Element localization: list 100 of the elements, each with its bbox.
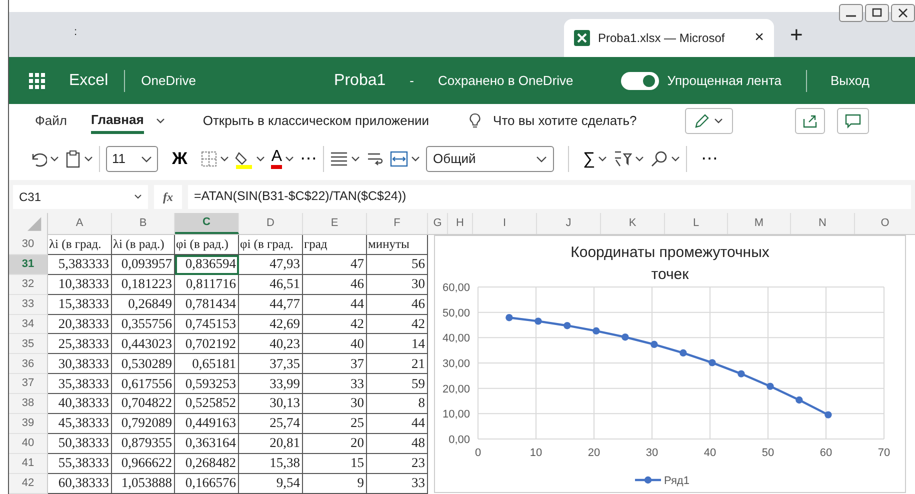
row-header[interactable]: 39 [9,414,48,434]
pencil-icon [694,113,710,129]
column-header[interactable]: H [448,213,473,234]
table-cell: 0,745153 [175,314,239,334]
number-format-select[interactable]: Общий [426,146,554,172]
column-header[interactable]: N [791,213,855,234]
table-cell: 10,38333 [48,274,112,295]
more-button[interactable]: ⋯ [300,146,318,172]
table-cell: 40 [303,334,367,354]
column-header[interactable]: C [175,213,239,234]
caret-icon [714,118,724,124]
ribbon-collapse-icon[interactable] [156,118,165,124]
table-cell: 59 [367,374,428,394]
column-header[interactable]: L [665,213,728,234]
table-cell: 0,879355 [112,434,175,454]
sort-filter-icon [613,150,632,168]
legend-label: Ряд1 [664,475,690,487]
row-header[interactable]: 42 [9,474,48,494]
comments-button[interactable] [836,108,869,134]
table-cell: 9,54 [239,474,303,494]
borders-button[interactable] [201,151,230,167]
tell-me-field[interactable]: Что вы хотите сделать? [493,111,637,131]
row-header[interactable]: 31 [9,254,48,275]
ribbon-tab[interactable]: Главная [90,108,144,134]
row-header[interactable]: 35 [9,334,48,354]
onedrive-link[interactable]: OneDrive [141,70,196,90]
column-heading: минуты [367,235,428,255]
formula-field[interactable]: =ATAN(SIN(B31-$C$22)/TAN($C$24)) [188,184,911,208]
align-icon [330,150,348,168]
bold-button[interactable]: Ж [172,146,188,172]
search-button[interactable] [650,150,680,168]
table-cell: 60,38333 [48,474,112,494]
font-color-button[interactable]: A [271,149,294,169]
minimize-button[interactable] [839,4,863,22]
editing-mode-button[interactable] [684,108,733,134]
share-button[interactable] [794,108,825,134]
table-cell: 47 [303,254,367,275]
row-header[interactable]: 37 [9,374,48,394]
chevron-icon [141,156,152,162]
more-button[interactable]: ⋯ [701,146,718,172]
sort-filter-button[interactable] [613,150,644,168]
row-header[interactable]: 36 [9,354,48,374]
table-cell: 33 [367,474,428,494]
table-cell: 9 [303,474,367,494]
column-header[interactable]: J [537,213,601,234]
autosum-button[interactable]: ∑ [583,146,608,172]
chevron-icon [134,194,142,199]
align-button[interactable] [330,150,360,168]
table-cell: 46 [367,294,428,315]
column-header[interactable]: E [303,213,367,234]
axis-tick-label: 70 [878,447,890,459]
maximize-button[interactable] [865,4,889,22]
table-cell: 0,355756 [112,314,175,334]
speech-bubble-icon [844,113,861,129]
column-header[interactable]: I [473,213,537,234]
axis-tick-label: 10,00 [442,408,470,421]
column-header[interactable]: K [601,213,665,234]
column-header[interactable]: G [428,213,448,234]
new-tab-button[interactable]: + [790,18,803,51]
fill-color-button[interactable] [235,150,266,168]
axis-tick-label: 50 [762,447,774,459]
tab-close-button[interactable]: × [754,26,764,50]
paste-button[interactable] [65,150,93,168]
close-button[interactable] [891,4,915,22]
toggle-switch[interactable] [621,72,660,90]
exit-link[interactable]: Выход [830,70,870,90]
column-header[interactable]: M [728,213,791,234]
caret-icon [285,156,294,162]
column-header[interactable]: F [367,213,428,234]
table-cell: 47,93 [239,254,303,275]
table-cell: 0,781434 [175,294,239,315]
table-cell: 30 [367,274,428,295]
row-header[interactable]: 41 [9,454,48,474]
row-header[interactable]: 38 [9,394,48,414]
insert-function-button[interactable]: fx [154,184,182,208]
table-cell: 15,38 [239,454,303,474]
browser-tab[interactable]: Proba1.xlsx — Microsof × [564,19,774,57]
name-box[interactable]: C31 [13,184,148,208]
maximize-icon [872,8,882,18]
chevron-icon [536,156,548,162]
open-desktop-link[interactable]: Открыть в классическом приложении [202,111,430,131]
file-name[interactable]: Proba1 [334,68,386,92]
row-header[interactable]: 33 [9,294,48,315]
font-size-select[interactable]: 11 [106,146,158,172]
app-name[interactable]: Excel [69,68,108,92]
table-cell: 25,38333 [48,334,112,354]
app-launcher-icon[interactable] [29,72,45,88]
column-header[interactable]: A [48,213,112,234]
row-header[interactable]: 34 [9,314,48,334]
row-header[interactable]: 40 [9,434,48,454]
ribbon-tab[interactable]: Файл [35,109,67,133]
axis-tick-label: 60 [820,447,832,459]
row-header[interactable]: 30 [9,235,48,255]
column-header[interactable]: D [239,213,303,234]
column-header[interactable]: O [855,213,915,234]
table-cell: 33 [303,374,367,394]
row-header[interactable]: 32 [9,274,48,295]
merge-button[interactable] [390,150,420,168]
table-cell: 42 [367,314,428,334]
menu-icon[interactable]: : [74,24,78,40]
